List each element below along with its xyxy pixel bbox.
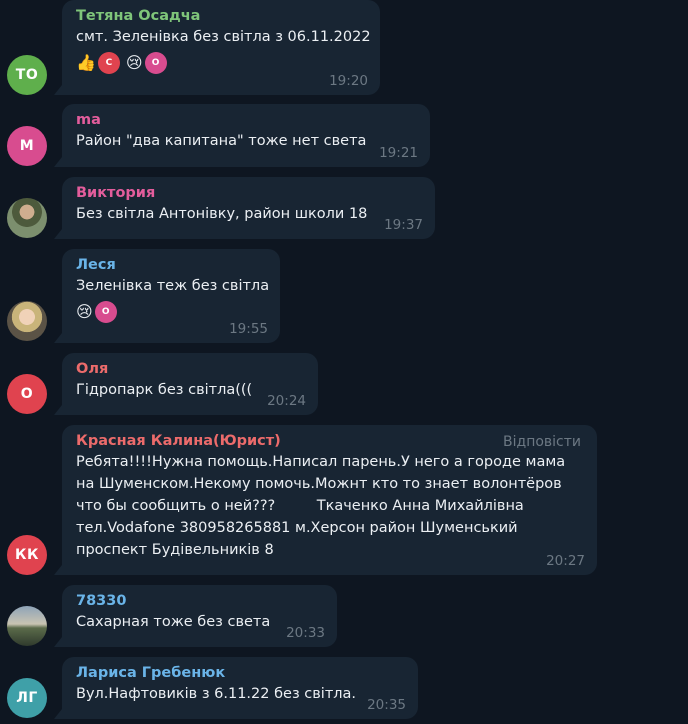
message-time: 20:35 — [367, 697, 406, 713]
message-time: 20:27 — [546, 553, 585, 569]
message-bubble[interactable]: Оля Гідропарк без світла((( 20:24 — [62, 353, 318, 415]
message-time: 19:20 — [329, 73, 368, 89]
avatar[interactable] — [7, 301, 47, 341]
message-bubble[interactable]: Виктория Без світла Антонівку, район шко… — [62, 177, 435, 239]
avatar[interactable]: М — [7, 126, 47, 166]
message-time: 19:37 — [384, 217, 423, 233]
message-text: Зеленівка теж без світла — [76, 278, 270, 294]
crying-face-icon: 😢 — [76, 302, 93, 321]
message-bubble[interactable]: ma Район "два капитана" тоже нет света 1… — [62, 104, 430, 167]
sender-name[interactable]: Оля — [76, 359, 306, 379]
reactions: 😢 О — [76, 301, 268, 323]
message-text: смт. Зеленівка без світла з 06.11.2022 — [76, 29, 371, 45]
message-text: что бы сообщить о ней??? Ткаченко Анна М… — [76, 498, 524, 514]
reactor-avatar: С — [97, 52, 120, 74]
message-bubble[interactable]: Леся Зеленівка теж без світла 😢 О 19:55 — [62, 249, 280, 343]
sender-name[interactable]: Виктория — [76, 183, 423, 203]
reply-button[interactable]: Відповісти — [503, 434, 581, 450]
message-time: 19:55 — [229, 321, 268, 337]
reactor-avatar: О — [144, 52, 167, 74]
reaction-thumbs-up[interactable]: 👍 С — [76, 52, 120, 74]
message-bubble[interactable]: Лариса Гребенюк Вул.Нафтовиків з 6.11.22… — [62, 657, 418, 719]
message-bubble[interactable]: Тетяна Осадча смт. Зеленівка без світла … — [62, 0, 380, 95]
message-text: проспект Будівельників 8 — [76, 542, 274, 558]
avatar[interactable]: КК — [7, 535, 47, 575]
avatar[interactable] — [7, 606, 47, 646]
avatar[interactable]: О — [7, 374, 47, 414]
message-text: Ребята!!!!Нужна помощь.Написал парень.У … — [76, 454, 566, 470]
sender-name[interactable]: Леся — [76, 255, 268, 275]
message-text: Без світла Антонівку, район школи 18 — [76, 206, 368, 222]
message-time: 20:24 — [267, 393, 306, 409]
crying-face-icon: 😢 — [125, 53, 143, 72]
sender-name[interactable]: Лариса Гребенюк — [76, 663, 406, 683]
reaction-crying[interactable]: 😢 О — [76, 301, 117, 323]
reaction-crying[interactable]: 😢 О — [126, 52, 167, 74]
avatar[interactable]: ЛГ — [7, 678, 47, 718]
sender-name[interactable]: Тетяна Осадча — [76, 6, 368, 26]
message-text: тел.Vodafone 380958265881 м.Херсон район… — [76, 520, 518, 536]
thumbs-up-icon: 👍 — [76, 53, 96, 72]
reactions: 👍 С 😢 О — [76, 52, 368, 74]
avatar[interactable]: ТО — [7, 55, 47, 95]
message-text: Район "два капитана" тоже нет света — [76, 133, 367, 149]
avatar[interactable] — [7, 198, 47, 238]
message-text: на Шуменском.Некому помочь.Можнт кто то … — [76, 476, 562, 492]
sender-name[interactable]: 78330 — [76, 591, 325, 611]
message-time: 20:33 — [286, 625, 325, 641]
message-bubble[interactable]: 78330 Сахарная тоже без света 20:33 — [62, 585, 337, 647]
message-time: 19:21 — [379, 145, 418, 161]
message-bubble[interactable]: Красная Калина(Юрист) Відповісти Ребята!… — [62, 425, 597, 575]
reactor-avatar: О — [94, 301, 117, 323]
sender-name[interactable]: ma — [76, 110, 418, 130]
message-text: Вул.Нафтовиків з 6.11.22 без світла. — [76, 686, 357, 702]
